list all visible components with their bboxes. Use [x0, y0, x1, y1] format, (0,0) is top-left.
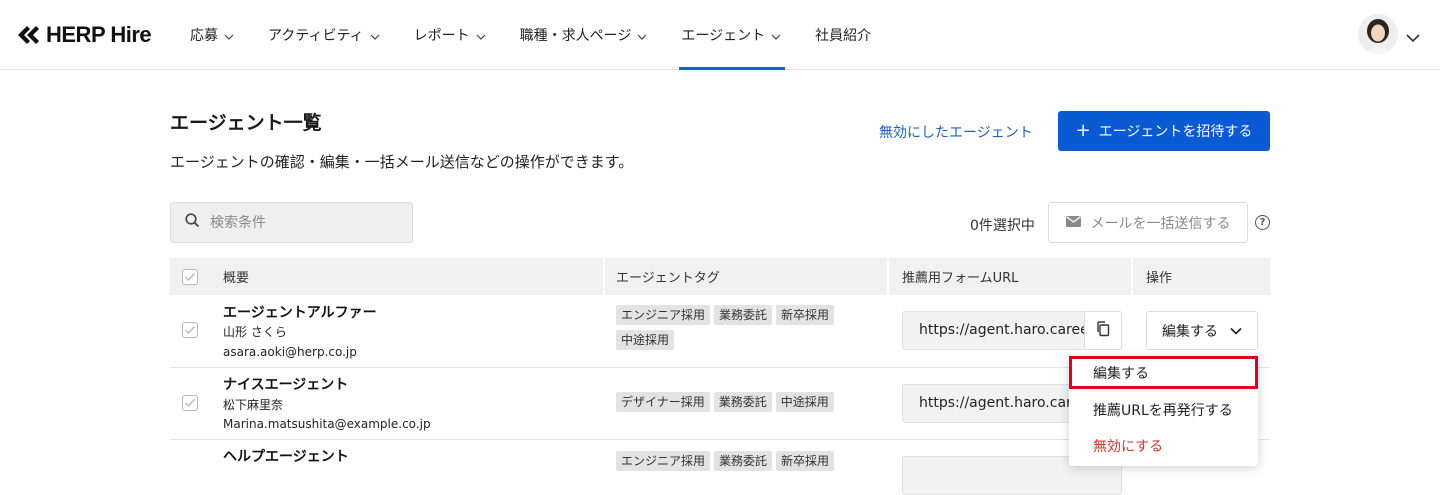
nav-item-activity[interactable]: アクティビティ: [268, 0, 380, 70]
nav-item-referrals[interactable]: 社員紹介: [815, 0, 871, 70]
nav-label: エージェント: [681, 28, 766, 44]
chevron-down-icon: [1230, 323, 1242, 339]
chevron-down-icon: [476, 30, 486, 40]
bulk-mail-button[interactable]: メールを一括送信する: [1048, 202, 1248, 243]
tag: 中途採用: [616, 330, 675, 350]
nav-label: レポート: [413, 28, 470, 44]
help-icon[interactable]: ?: [1255, 215, 1270, 230]
invite-agent-button[interactable]: + エージェントを招待する: [1058, 111, 1270, 151]
column-divider: [603, 258, 605, 295]
copy-url-button[interactable]: [1084, 311, 1122, 350]
mail-icon: [1065, 215, 1081, 231]
agent-tags: デザイナー採用 業務委託 中途採用: [616, 392, 856, 412]
column-header-tags: エージェントタグ: [616, 271, 720, 286]
bulk-mail-label: メールを一括送信する: [1090, 215, 1231, 232]
column-header-overview: 概要: [223, 271, 250, 286]
disabled-agents-link[interactable]: 無効にしたエージェント: [879, 122, 1033, 142]
tag: 業務委託: [713, 392, 772, 412]
agent-email: Marina.matsushita@example.co.jp: [223, 417, 431, 431]
agent-name[interactable]: エージェントアルファー: [223, 302, 377, 322]
edit-menu-button[interactable]: 編集する: [1146, 311, 1258, 350]
invite-button-label: エージェントを招待する: [1098, 124, 1253, 140]
agent-contact-person: 松下麻里奈: [223, 398, 284, 412]
search-input[interactable]: [210, 214, 390, 231]
chevron-down-icon: [637, 30, 647, 40]
tag: エンジニア採用: [616, 451, 711, 471]
column-header-url: 推薦用フォームURL: [902, 271, 1019, 286]
chevron-down-icon: [370, 30, 380, 40]
agent-name[interactable]: ナイスエージェント: [223, 374, 348, 394]
menu-item-edit[interactable]: 編集する: [1069, 357, 1258, 389]
tag: 業務委託: [714, 451, 773, 471]
agent-tags: エンジニア採用 業務委託 新卒採用 中途採用: [616, 305, 856, 350]
search-box[interactable]: [170, 202, 413, 243]
agent-name[interactable]: ヘルプエージェント: [223, 446, 349, 466]
nav-label: アクティビティ: [268, 28, 364, 44]
chevron-down-icon: [224, 30, 234, 40]
selected-count: 0件選択中: [970, 218, 1035, 234]
main-nav: 応募 アクティビティ レポート 職種・求人ページ エージェント 社員紹介: [190, 0, 905, 70]
nav-label: 応募: [190, 28, 218, 44]
plus-icon: +: [1075, 120, 1091, 141]
menu-item-disable[interactable]: 無効にする: [1069, 430, 1258, 462]
referral-url: https://agent.haro.careers/: [919, 322, 1107, 338]
logo-text: HERP Hire: [46, 22, 152, 47]
top-navigation-bar: HERP Hire 応募 アクティビティ レポート 職種・求人ページ エージェン…: [0, 0, 1440, 70]
nav-label: 職種・求人ページ: [519, 28, 632, 44]
menu-item-reissue-url[interactable]: 推薦URLを再発行する: [1069, 394, 1258, 426]
tag: エンジニア採用: [616, 305, 711, 325]
nav-item-jobs[interactable]: 職種・求人ページ: [520, 0, 648, 70]
checkbox[interactable]: [182, 268, 198, 285]
row-checkbox[interactable]: [182, 322, 198, 338]
column-divider: [887, 258, 889, 295]
row-checkbox[interactable]: [182, 395, 198, 411]
edit-dropdown-menu: 編集する 推薦URLを再発行する 無効にする: [1069, 356, 1258, 466]
copy-icon: [1096, 320, 1110, 341]
table-header: 概要 エージェントタグ 推薦用フォームURL 操作: [170, 258, 1270, 295]
tag: 新卒採用: [776, 451, 835, 471]
column-divider: [1131, 258, 1133, 295]
herp-logo-icon: [16, 24, 42, 46]
tag: 新卒採用: [776, 305, 835, 325]
edit-button-label: 編集する: [1162, 323, 1218, 340]
search-icon: [185, 213, 200, 232]
page-description: エージェントの確認・編集・一括メール送信などの操作ができます。: [170, 153, 634, 171]
tag: デザイナー採用: [616, 392, 710, 412]
page-title: エージェント一覧: [170, 112, 322, 134]
agent-contact-person: 山形 さくら: [223, 325, 287, 339]
agent-email: asara.aoki@herp.co.jp: [223, 345, 357, 359]
tag: 中途採用: [775, 392, 834, 412]
nav-item-agents[interactable]: エージェント: [679, 0, 785, 70]
chevron-down-icon[interactable]: [1406, 28, 1420, 43]
chevron-down-icon: [771, 30, 781, 40]
nav-item-reports[interactable]: レポート: [414, 0, 486, 70]
user-avatar[interactable]: [1358, 14, 1398, 54]
tag: 業務委託: [714, 305, 773, 325]
herp-logo[interactable]: HERP Hire: [16, 22, 152, 48]
nav-item-applications[interactable]: 応募: [190, 0, 234, 70]
select-all-checkbox[interactable]: [182, 258, 198, 295]
nav-label: 社員紹介: [815, 28, 872, 44]
agent-tags: エンジニア採用 業務委託 新卒採用: [616, 451, 856, 471]
column-header-actions: 操作: [1146, 271, 1173, 286]
